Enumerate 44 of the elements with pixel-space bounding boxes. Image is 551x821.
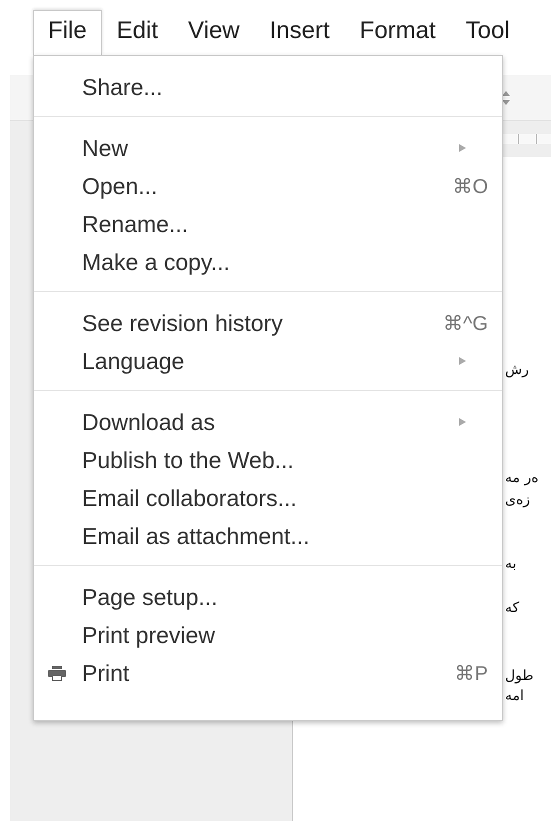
menu-item-label: Print bbox=[82, 660, 130, 686]
menu-item-label: Download as bbox=[82, 408, 216, 436]
menu-bar-item[interactable]: File bbox=[33, 10, 102, 55]
menu-item-label: Email as attachment... bbox=[82, 522, 311, 550]
document-text: طول bbox=[505, 668, 534, 684]
menu-item[interactable]: Page setup... bbox=[34, 578, 502, 616]
document-text: بە bbox=[505, 556, 516, 572]
menu-item-label: Publish to the Web... bbox=[82, 446, 295, 474]
menu-item[interactable]: Email as attachment... bbox=[34, 517, 502, 555]
menu-item-label: Email collaborators... bbox=[82, 484, 298, 512]
document-text: زەی bbox=[505, 492, 530, 508]
menu-item-label: Print preview bbox=[82, 622, 216, 648]
document-text: رش bbox=[505, 362, 529, 378]
menu-item[interactable]: Rename... bbox=[34, 205, 502, 243]
menu-item[interactable]: Download as bbox=[34, 403, 502, 441]
menu-bar-item[interactable]: Insert bbox=[254, 10, 345, 55]
menu-bar-item[interactable]: Tool bbox=[450, 10, 525, 55]
menu-item-label: See revision history bbox=[82, 310, 284, 336]
shortcut-text: ⌘^G bbox=[443, 312, 488, 336]
menu-item[interactable]: Email collaborators... bbox=[34, 479, 502, 517]
menu-item[interactable]: Publish to the Web... bbox=[34, 441, 502, 479]
menu-bar-item[interactable]: Edit bbox=[102, 10, 174, 55]
menu-item-label: Open... bbox=[82, 172, 158, 200]
menu-item-label: New bbox=[82, 134, 130, 162]
menu-item-label: Make a copy... bbox=[82, 248, 231, 276]
menu-item[interactable]: Language bbox=[34, 342, 502, 380]
menu-item[interactable]: Open... ⌘O bbox=[34, 167, 502, 205]
menu-bar-item[interactable]: Format bbox=[344, 10, 451, 55]
document-text: کە bbox=[505, 600, 520, 616]
menu-item[interactable]: See revision history ⌘^G bbox=[34, 304, 502, 342]
menu-bar-item[interactable]: View bbox=[173, 10, 255, 55]
menu-item-label: Language bbox=[82, 348, 186, 374]
menu-item[interactable]: Print preview bbox=[34, 616, 502, 654]
document-text: ەر مە bbox=[505, 470, 539, 486]
menu-item-label: Share... bbox=[82, 74, 164, 100]
document-text: امە bbox=[505, 688, 524, 704]
menu-item[interactable]: Print ⌘P bbox=[34, 654, 502, 692]
menu-item-label: Page setup... bbox=[82, 584, 219, 610]
shortcut-text: ⌘P bbox=[454, 662, 488, 686]
menu-item-label: Rename... bbox=[82, 210, 190, 238]
menu-item[interactable]: Share... bbox=[34, 68, 502, 106]
menu-item[interactable]: New bbox=[34, 129, 502, 167]
menu-item[interactable]: Make a copy... bbox=[34, 243, 502, 281]
shortcut-text: ⌘O bbox=[452, 174, 488, 198]
